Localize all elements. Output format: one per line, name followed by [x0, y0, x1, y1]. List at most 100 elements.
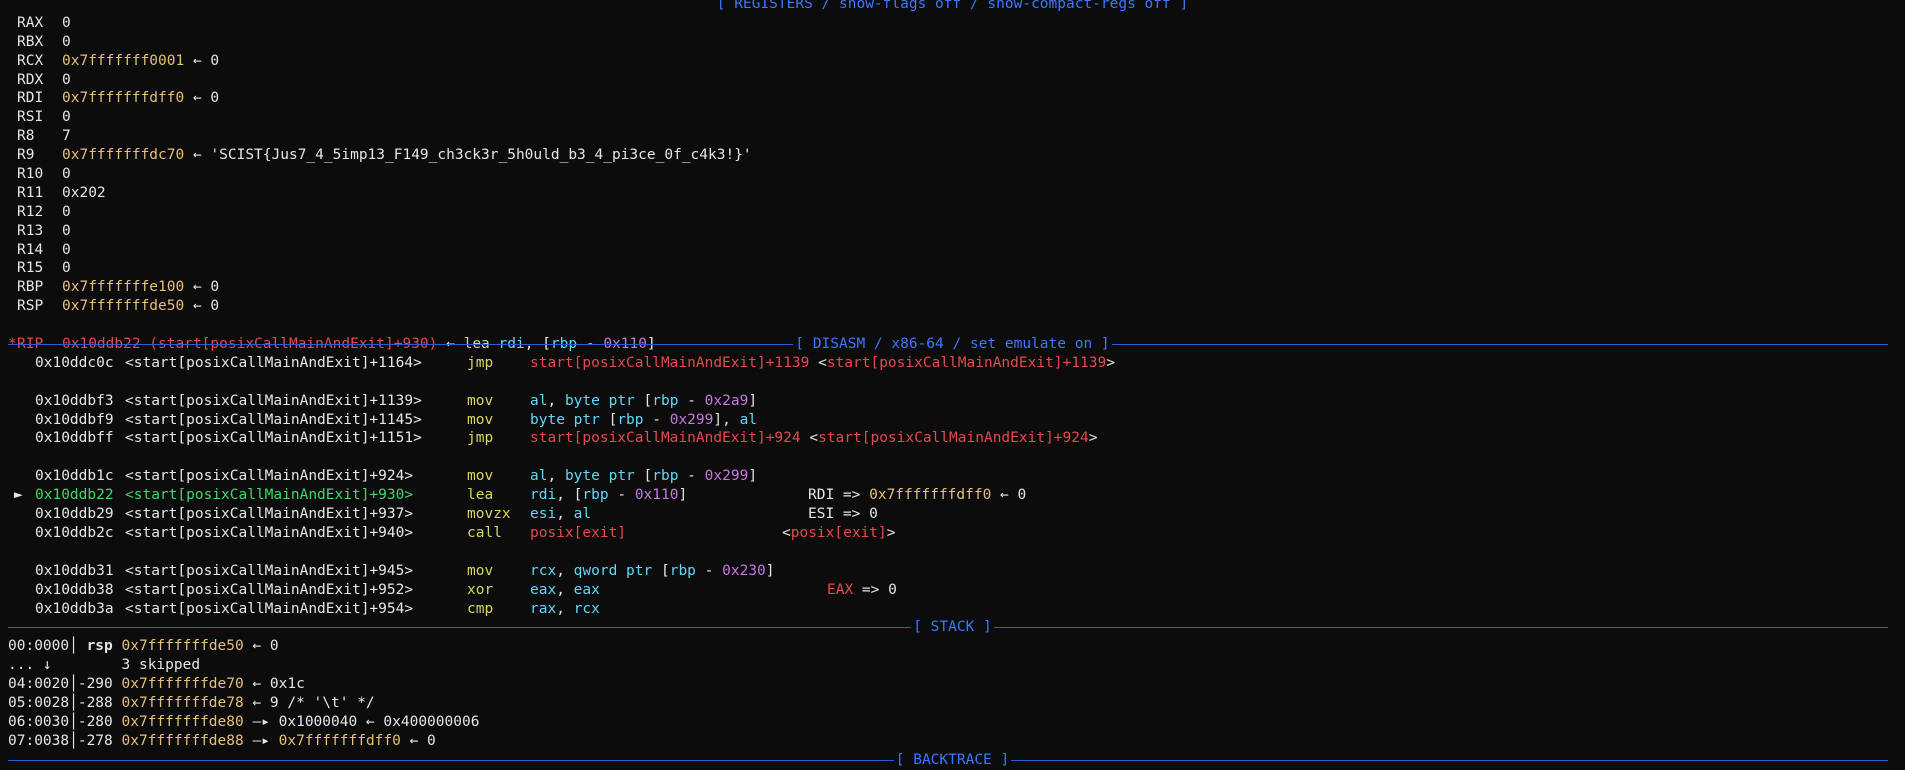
stack-token: 0x7fffffffde70: [121, 676, 244, 693]
instruction-operands: rax, rcx: [530, 600, 600, 619]
register-value: 0: [62, 166, 71, 183]
operand-token: ,: [556, 581, 574, 598]
register-row: RCX 0x7fffffff0001 ← 0: [0, 52, 1905, 71]
registers-header-title: [ REGISTERS / show-flags off / show-comp…: [714, 0, 1191, 12]
stack-token: │-290: [69, 676, 122, 693]
register-name: R8: [17, 128, 35, 145]
operand-token: ,: [547, 468, 565, 485]
register-row: R11 0x202: [0, 184, 1905, 203]
register-row: R14 0: [0, 241, 1905, 260]
operand-token: -: [678, 468, 705, 485]
operand-token: 0x299: [704, 468, 749, 485]
register-name: R13: [17, 222, 44, 239]
register-deref: ← 0: [184, 90, 220, 107]
operand-token: eax: [573, 581, 600, 598]
instruction-mnemonic: mov: [467, 562, 494, 579]
operand-token: al: [530, 392, 548, 409]
instruction-operands: rdi, [rbp - 0x110]: [530, 486, 687, 505]
operand-token: <: [809, 354, 827, 371]
instruction-operands: posix[exit]: [530, 524, 626, 543]
register-value-group: 0x7fffffffdff0 ← 0: [62, 89, 219, 108]
register-row: R9 0x7fffffffdc70 ← 'SCIST{Jus7_4_5imp13_…: [0, 146, 1905, 165]
instruction-operands: al, byte ptr [rbp - 0x2a9]: [530, 392, 757, 411]
instruction-annotation: ESI => 0: [808, 505, 878, 524]
annotation-token: <: [782, 524, 791, 541]
instruction-symbol: <start[posixCallMainAndExit]+954>: [125, 600, 414, 617]
instruction-symbol: <start[posixCallMainAndExit]+952>: [125, 581, 414, 598]
operand-token: al: [573, 506, 592, 523]
disasm-instruction: 0x10ddbf3 <start[posixCallMainAndExit]+11…: [0, 392, 1905, 411]
register-row: R12 0: [0, 203, 1905, 222]
register-value: 0: [62, 260, 71, 277]
operand-token: rdi: [530, 487, 557, 504]
register-value-group: 0x7fffffff0001 ← 0: [62, 52, 219, 71]
backtrace-header-title: [ BACKTRACE ]: [893, 751, 1012, 768]
stack-row: 06:0030│-280 0x7fffffffde80 —▸ 0x1000040…: [0, 713, 1905, 732]
disasm-spacer: [0, 373, 1905, 392]
register-value: 0x7fffffffe100: [62, 279, 185, 296]
register-row: R13 0: [0, 222, 1905, 241]
operand-token: ]: [748, 392, 758, 409]
register-value: 0: [62, 222, 71, 239]
register-row: RSP 0x7fffffffde50 ← 0: [0, 297, 1905, 316]
register-row: R10 0: [0, 165, 1905, 184]
instruction-address: 0x10ddb2c: [35, 524, 114, 541]
register-value: 0: [62, 33, 71, 50]
operand-token: start[posixCallMainAndExit]+1139: [826, 354, 1107, 371]
stack-token: —▸: [243, 732, 279, 749]
annotation-token: RDI =>: [808, 487, 870, 504]
annotation-token: EAX: [827, 581, 854, 598]
instruction-symbol: <start[posixCallMainAndExit]+1151>: [125, 430, 422, 447]
operand-token: rbp: [582, 487, 609, 504]
operand-token: rbp: [652, 392, 679, 409]
operand-token: qword ptr: [573, 562, 653, 579]
registers-header: [ REGISTERS / show-flags off / show-comp…: [0, 0, 1905, 14]
instruction-address: 0x10ddbff: [35, 430, 114, 447]
instruction-address: 0x10ddbf9: [35, 411, 114, 428]
operand-token: rbp: [652, 468, 679, 485]
operand-token: rax: [530, 600, 557, 617]
stack-token: 0x7fffffffde88: [121, 732, 244, 749]
operand-token: >: [1088, 430, 1098, 447]
disasm-instruction: 0x10ddb29 <start[posixCallMainAndExit]+93…: [0, 505, 1905, 524]
operand-token: ,: [556, 600, 574, 617]
register-value-group: 0: [62, 241, 71, 260]
instruction-operands: rcx, qword ptr [rbp - 0x230]: [530, 562, 775, 581]
operand-token: , [: [556, 487, 583, 504]
disasm-instruction: 0x10ddb1c <start[posixCallMainAndExit]+92…: [0, 467, 1905, 486]
operand-token: rbp: [669, 562, 696, 579]
register-deref: ← 0: [184, 52, 220, 69]
instruction-address: 0x10ddbf3: [35, 392, 114, 409]
instruction-address: 0x10ddb1c: [35, 468, 114, 485]
instruction-address: 0x10ddc0c: [35, 354, 114, 371]
disasm-instruction: 0x10ddc0c <start[posixCallMainAndExit]+11…: [0, 354, 1905, 373]
annotation-token: >: [886, 524, 896, 541]
disasm-spacer: [0, 543, 1905, 562]
annotation-token: posix[exit]: [790, 524, 887, 541]
instruction-annotation: <posix[exit]>: [782, 524, 896, 543]
stack-token: 0x7fffffffde78: [121, 694, 244, 711]
operand-token: start[posixCallMainAndExit]+1139: [530, 354, 810, 371]
stack-token: 0x7fffffffde50: [121, 638, 244, 655]
register-value-group: 0: [62, 222, 71, 241]
register-name: RSI: [17, 109, 44, 126]
disasm-header: [ DISASM / x86-64 / set emulate on ]: [0, 335, 1905, 354]
register-value: 0: [62, 71, 71, 88]
instruction-mnemonic: jmp: [467, 430, 494, 447]
instruction-symbol: <start[posixCallMainAndExit]+1139>: [125, 392, 422, 409]
stack-header-title: [ STACK ]: [911, 619, 994, 636]
stack-token: │-278: [69, 732, 122, 749]
register-name: RBX: [17, 33, 44, 50]
stack-row: ... ↓ 3 skipped: [0, 656, 1905, 675]
operand-token: -: [643, 411, 670, 428]
disasm-header-title: [ DISASM / x86-64 / set emulate on ]: [793, 336, 1112, 353]
annotation-token: ← 0: [991, 487, 1027, 504]
stack-row: 04:0020│-290 0x7fffffffde70 ← 0x1c: [0, 675, 1905, 694]
operand-token: al: [530, 468, 548, 485]
stack-token: │-288: [69, 694, 122, 711]
current-instruction-pointer-icon: ►: [14, 487, 23, 504]
instruction-symbol: <start[posixCallMainAndExit]+1145>: [125, 411, 422, 428]
register-row: RDX 0: [0, 71, 1905, 90]
register-value-group: 7: [62, 127, 71, 146]
register-row: RBX 0: [0, 33, 1905, 52]
